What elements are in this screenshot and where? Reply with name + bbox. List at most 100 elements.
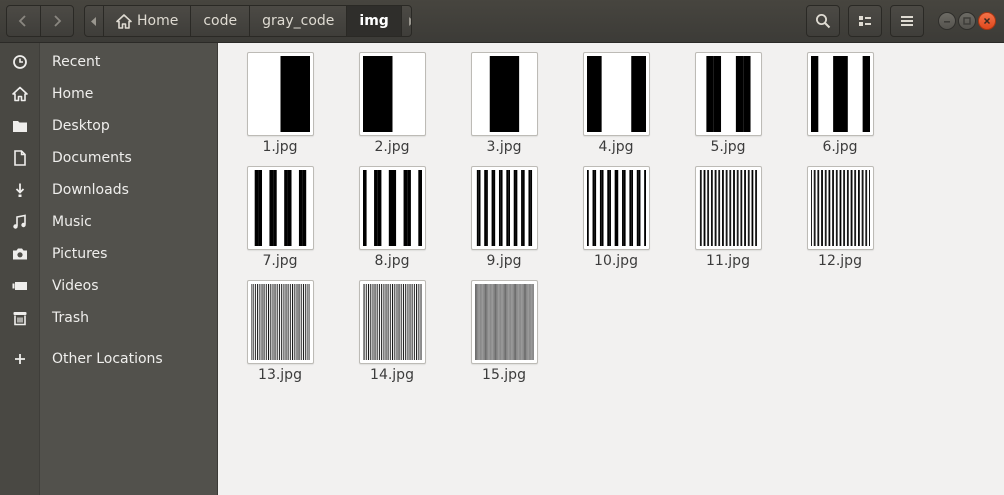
search-button[interactable]	[806, 5, 840, 37]
gray-code-pattern	[699, 56, 758, 132]
sidebar-item-videos[interactable]: Videos	[0, 270, 217, 302]
file-item[interactable]: 5.jpg	[683, 44, 773, 158]
camera-icon	[0, 246, 39, 262]
file-item[interactable]: 8.jpg	[347, 158, 437, 272]
file-item[interactable]: 15.jpg	[459, 272, 549, 386]
home-icon	[0, 86, 39, 102]
file-item[interactable]: 2.jpg	[347, 44, 437, 158]
sidebar-item-label: Other Locations	[52, 351, 163, 367]
file-item[interactable]: 7.jpg	[235, 158, 325, 272]
header-bar: Home code gray_code img	[0, 0, 1004, 43]
path-item-label: Home	[137, 13, 179, 29]
image-thumbnail	[695, 52, 762, 136]
chevron-left-icon	[18, 15, 26, 27]
back-button[interactable]	[7, 6, 40, 36]
file-item[interactable]: 10.jpg	[571, 158, 661, 272]
path-scroll-right-button[interactable]	[402, 6, 411, 36]
file-name: 2.jpg	[374, 139, 410, 155]
file-name: 8.jpg	[374, 253, 410, 269]
file-name: 14.jpg	[370, 367, 414, 383]
file-item[interactable]: 11.jpg	[683, 158, 773, 272]
file-name: 3.jpg	[486, 139, 522, 155]
hamburger-menu-icon	[901, 16, 913, 26]
list-view-icon	[859, 16, 871, 26]
gray-code-pattern	[475, 170, 534, 246]
path-item-home[interactable]: Home	[104, 6, 192, 36]
sidebar-item-desktop[interactable]: Desktop	[0, 110, 217, 142]
sidebar-item-label: Pictures	[52, 246, 108, 262]
file-item[interactable]: 1.jpg	[235, 44, 325, 158]
file-name: 12.jpg	[818, 253, 862, 269]
path-bar: Home code gray_code img	[84, 5, 412, 37]
file-name: 10.jpg	[594, 253, 638, 269]
sidebar-item-label: Downloads	[52, 182, 129, 198]
menu-button[interactable]	[890, 5, 924, 37]
file-name: 7.jpg	[262, 253, 298, 269]
sidebar-item-label: Trash	[52, 310, 89, 326]
search-icon	[816, 14, 831, 29]
sidebar-item-pictures[interactable]: Pictures	[0, 238, 217, 270]
sidebar-item-other-locations[interactable]: Other Locations	[0, 343, 217, 375]
minimize-button[interactable]	[938, 12, 956, 30]
triangle-right-icon	[408, 16, 411, 26]
gray-code-pattern	[363, 170, 422, 246]
gray-code-pattern	[811, 170, 870, 246]
file-item[interactable]: 13.jpg	[235, 272, 325, 386]
file-name: 6.jpg	[822, 139, 858, 155]
gray-code-pattern	[587, 170, 646, 246]
navigation-buttons	[6, 5, 74, 37]
music-icon	[0, 214, 39, 230]
sidebar-item-label: Desktop	[52, 118, 110, 134]
clock-icon	[0, 54, 39, 70]
gray-code-pattern	[363, 284, 422, 360]
file-item[interactable]: 4.jpg	[571, 44, 661, 158]
triangle-left-icon	[91, 16, 96, 26]
sidebar-item-trash[interactable]: Trash	[0, 302, 217, 334]
chevron-right-icon	[54, 15, 62, 27]
file-name: 13.jpg	[258, 367, 302, 383]
path-scroll-left-button[interactable]	[85, 6, 104, 36]
file-item[interactable]: 3.jpg	[459, 44, 549, 158]
path-item-label: img	[359, 13, 389, 29]
sidebar-item-documents[interactable]: Documents	[0, 142, 217, 174]
window-controls	[938, 12, 996, 30]
path-item-code[interactable]: code	[191, 6, 251, 36]
sidebar-item-label: Music	[52, 214, 92, 230]
image-thumbnail	[583, 52, 650, 136]
minimize-icon	[944, 21, 950, 23]
file-item[interactable]: 14.jpg	[347, 272, 437, 386]
file-name: 15.jpg	[482, 367, 526, 383]
sidebar-item-recent[interactable]: Recent	[0, 46, 217, 78]
file-item[interactable]: 12.jpg	[795, 158, 885, 272]
sidebar: Recent Home Desktop Documents Downloads …	[0, 43, 218, 495]
close-button[interactable]	[978, 12, 996, 30]
download-icon	[0, 182, 39, 198]
plus-icon	[0, 352, 39, 366]
forward-button[interactable]	[39, 6, 74, 36]
file-item[interactable]: 6.jpg	[795, 44, 885, 158]
sidebar-item-home[interactable]: Home	[0, 78, 217, 110]
image-thumbnail	[807, 52, 874, 136]
gray-code-pattern	[475, 56, 534, 132]
folder-icon	[0, 118, 39, 134]
path-item-img[interactable]: img	[347, 6, 402, 36]
gray-code-pattern	[699, 170, 758, 246]
maximize-button[interactable]	[958, 12, 976, 30]
gray-code-pattern	[811, 56, 870, 132]
sidebar-item-downloads[interactable]: Downloads	[0, 174, 217, 206]
gray-code-pattern	[251, 170, 310, 246]
path-item-gray-code[interactable]: gray_code	[250, 6, 348, 36]
view-toggle-button[interactable]	[848, 5, 882, 37]
file-name: 5.jpg	[710, 139, 746, 155]
image-thumbnail	[247, 166, 314, 250]
gray-code-pattern	[251, 284, 310, 360]
sidebar-item-music[interactable]: Music	[0, 206, 217, 238]
file-name: 1.jpg	[262, 139, 298, 155]
close-icon	[983, 17, 991, 25]
file-item[interactable]: 9.jpg	[459, 158, 549, 272]
gray-code-pattern	[363, 56, 422, 132]
home-icon	[116, 13, 132, 29]
file-grid: 1.jpg 2.jpg 3.jpg 4.jpg 5.jpg 6.jpg 7.jpg 8.jpg…	[219, 43, 1004, 495]
video-icon	[0, 278, 39, 294]
gray-code-pattern	[251, 56, 310, 132]
